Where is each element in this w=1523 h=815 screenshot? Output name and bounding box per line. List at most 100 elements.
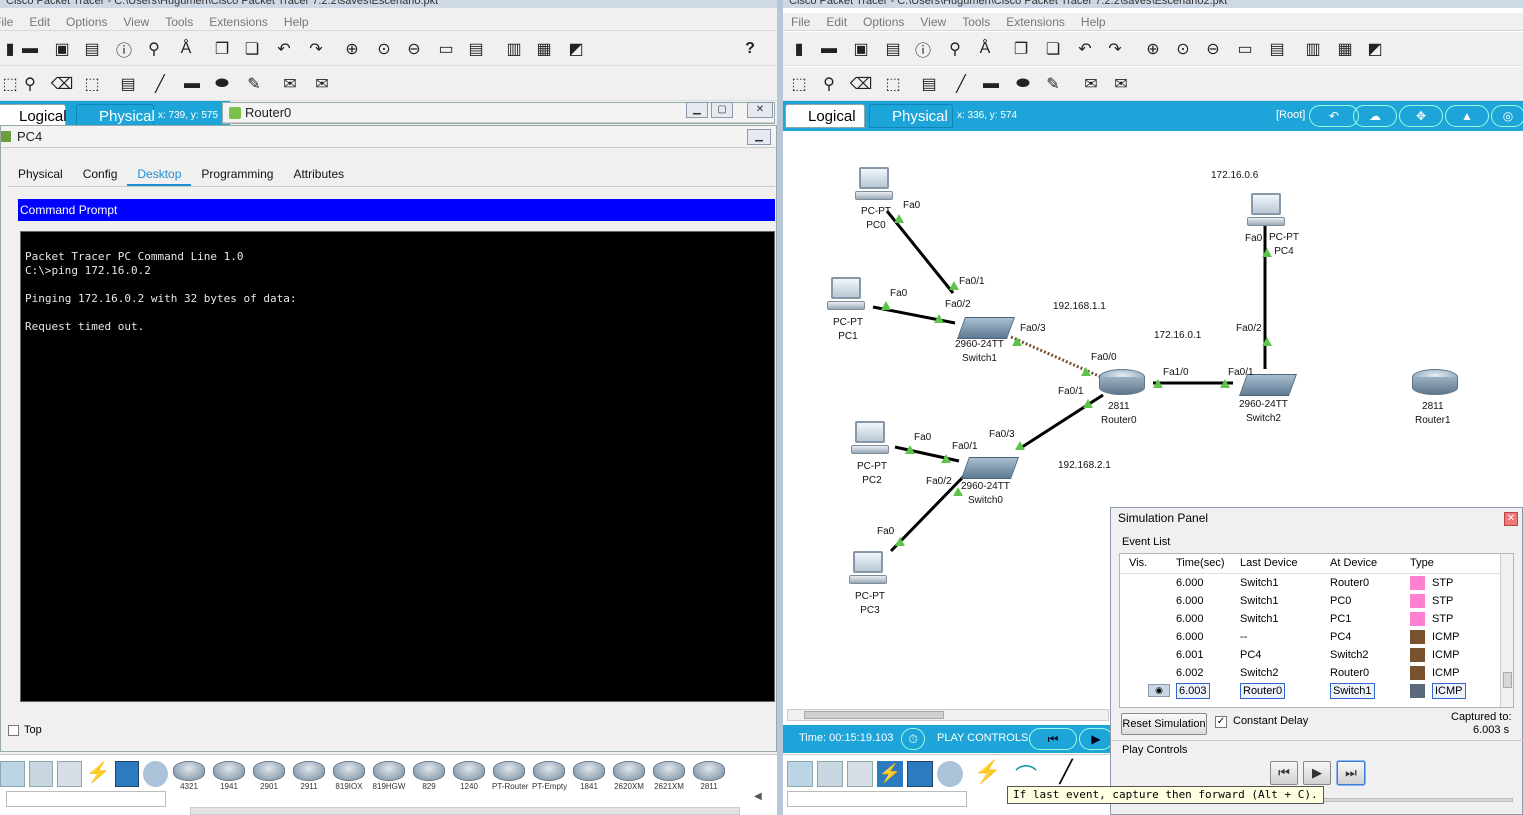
play-icon[interactable]: ▶	[1079, 728, 1113, 750]
device-model-1941[interactable]: 1941	[212, 761, 246, 793]
tab-attributes[interactable]: Attributes	[283, 162, 354, 186]
menu-file[interactable]: File	[0, 15, 13, 29]
menu-view[interactable]: View	[920, 15, 946, 29]
auto-connection-icon[interactable]: ⚡	[973, 759, 1003, 789]
select-icon[interactable]: ⬚	[0, 74, 20, 94]
add-complex-pdu-icon[interactable]: ✉	[1111, 74, 1131, 94]
event-row[interactable]: 6.000 Switch1 Router0 STP	[1120, 574, 1500, 592]
custom-devices-icon[interactable]: ▤	[466, 39, 486, 59]
device-list-scrollbar[interactable]	[190, 807, 740, 815]
device-model-pt-empty[interactable]: PT-Empty	[532, 761, 567, 793]
event-list-scrollbar[interactable]	[1500, 554, 1513, 707]
screenshot-icon[interactable]: ◩	[566, 39, 586, 59]
tab-desktop[interactable]: Desktop	[127, 162, 192, 186]
misc-icon[interactable]	[907, 761, 933, 787]
pc4-device-icon[interactable]	[1247, 193, 1285, 229]
capture-forward-icon[interactable]: ⏭	[1337, 761, 1365, 785]
back-icon[interactable]: ↶	[1309, 105, 1359, 127]
event-row[interactable]: 6.001 PC4 Switch2 ICMP	[1120, 646, 1500, 664]
back-step-icon[interactable]: ⏮	[1029, 728, 1077, 750]
inspect-icon[interactable]: ⚲	[819, 74, 839, 94]
info-icon[interactable]: ⓘ	[913, 39, 933, 60]
scrollbar-thumb[interactable]	[1503, 672, 1512, 688]
close-icon[interactable]: ✕	[1504, 512, 1518, 526]
device-model-2911[interactable]: 2911	[292, 761, 326, 793]
column-last-device[interactable]: Last Device	[1240, 557, 1297, 569]
menu-edit[interactable]: Edit	[29, 15, 50, 29]
multiuser-icon[interactable]	[143, 761, 168, 787]
column-time[interactable]: Time(sec)	[1176, 557, 1224, 569]
add-simple-pdu-icon[interactable]: ✉	[1081, 74, 1101, 94]
reset-simulation-button[interactable]: Reset Simulation	[1121, 713, 1207, 735]
event-row[interactable]: 6.000 Switch1 PC1 STP	[1120, 610, 1500, 628]
activity-wizard-icon[interactable]: Å	[176, 39, 196, 59]
switch1-device-icon[interactable]	[956, 317, 1016, 339]
delete-icon[interactable]: ⌫	[51, 74, 74, 94]
note-icon[interactable]: ▤	[118, 74, 138, 94]
menu-edit[interactable]: Edit	[826, 15, 847, 29]
help-icon[interactable]: ?	[740, 39, 760, 59]
new-icon[interactable]: ▮	[789, 39, 809, 59]
device-search-field[interactable]	[6, 791, 166, 807]
scroll-left-icon[interactable]: ◀	[754, 791, 762, 802]
menu-options[interactable]: Options	[66, 15, 107, 29]
copy-icon[interactable]: ❐	[212, 39, 232, 59]
menu-extensions[interactable]: Extensions	[1006, 15, 1065, 29]
device-model-819hgw[interactable]: 819HGW	[372, 761, 406, 793]
device-model-1240[interactable]: 1240	[452, 761, 486, 793]
line-icon[interactable]: ╱	[951, 74, 971, 94]
device-search-field[interactable]	[787, 791, 967, 807]
event-row[interactable]: ◉ 6.003 Router0 Switch1 ICMP	[1120, 682, 1500, 700]
cluster-icon[interactable]: ☁	[1353, 105, 1397, 127]
multiuser-icon[interactable]	[937, 761, 963, 787]
power-cycle-icon[interactable]: ⏱	[901, 728, 925, 750]
screenshot-icon[interactable]: ◩	[1365, 39, 1385, 59]
zoom-out-icon[interactable]: ⊖	[1203, 39, 1223, 59]
redo-icon[interactable]: ↷	[306, 39, 326, 59]
print-icon[interactable]: ▤	[82, 39, 102, 59]
components-icon[interactable]	[847, 761, 873, 787]
menu-extensions[interactable]: Extensions	[209, 15, 268, 29]
end-devices-icon[interactable]	[28, 761, 54, 787]
delete-icon[interactable]: ⌫	[850, 74, 873, 94]
line-icon[interactable]: ╱	[150, 74, 170, 94]
top-checkbox[interactable]	[8, 725, 19, 736]
undo-icon[interactable]: ↶	[274, 39, 294, 59]
resize-icon[interactable]: ⬚	[82, 74, 102, 94]
column-at-device[interactable]: At Device	[1330, 557, 1377, 569]
device-model-1841[interactable]: 1841	[572, 761, 606, 793]
device-model-2621xm[interactable]: 2621XM	[652, 761, 686, 793]
freeform-icon[interactable]: ✎	[1043, 74, 1063, 94]
move-icon[interactable]: ✥	[1399, 105, 1443, 127]
event-row[interactable]: 6.002 Switch2 Router0 ICMP	[1120, 664, 1500, 682]
viewport-icon[interactable]: ◎	[1491, 105, 1523, 127]
back-icon[interactable]: ⏮	[1270, 761, 1298, 785]
network-devices-icon[interactable]	[0, 761, 25, 787]
connections-icon[interactable]: ⚡	[86, 761, 111, 787]
device-model-pt-router[interactable]: PT-Router	[492, 761, 528, 793]
zoom-reset-icon[interactable]: ⊙	[374, 39, 394, 59]
canvas-horizontal-scrollbar[interactable]	[787, 709, 1109, 721]
paste-icon[interactable]: ❏	[1043, 39, 1063, 59]
components-icon[interactable]	[57, 761, 82, 787]
info-icon[interactable]: ⓘ	[114, 39, 134, 60]
pc4-minimize-button[interactable]: ▁	[747, 129, 771, 145]
play-icon[interactable]: ▶	[1303, 761, 1331, 785]
menu-options[interactable]: Options	[863, 15, 904, 29]
constant-delay-checkbox[interactable]: ✓	[1215, 716, 1227, 728]
background-icon[interactable]: ▲	[1445, 105, 1489, 127]
column-type[interactable]: Type	[1410, 557, 1434, 569]
device-model-829[interactable]: 829	[412, 761, 446, 793]
column-vis[interactable]: Vis.	[1129, 557, 1147, 569]
freeform-icon[interactable]: ✎	[244, 74, 264, 94]
network-wizard-icon[interactable]: ⚲	[144, 39, 164, 59]
undo-icon[interactable]: ↶	[1075, 39, 1095, 59]
zoom-in-icon[interactable]: ⊕	[1143, 39, 1163, 59]
tab-config[interactable]: Config	[73, 162, 128, 186]
close-button[interactable]: ✕	[747, 102, 773, 118]
network-wizard-icon[interactable]: ⚲	[945, 39, 965, 59]
connections-icon[interactable]: ⚡	[877, 761, 903, 787]
network-devices-icon[interactable]	[787, 761, 813, 787]
view-command-log-icon[interactable]: ▥	[1303, 39, 1323, 59]
zoom-in-icon[interactable]: ⊕	[342, 39, 362, 59]
